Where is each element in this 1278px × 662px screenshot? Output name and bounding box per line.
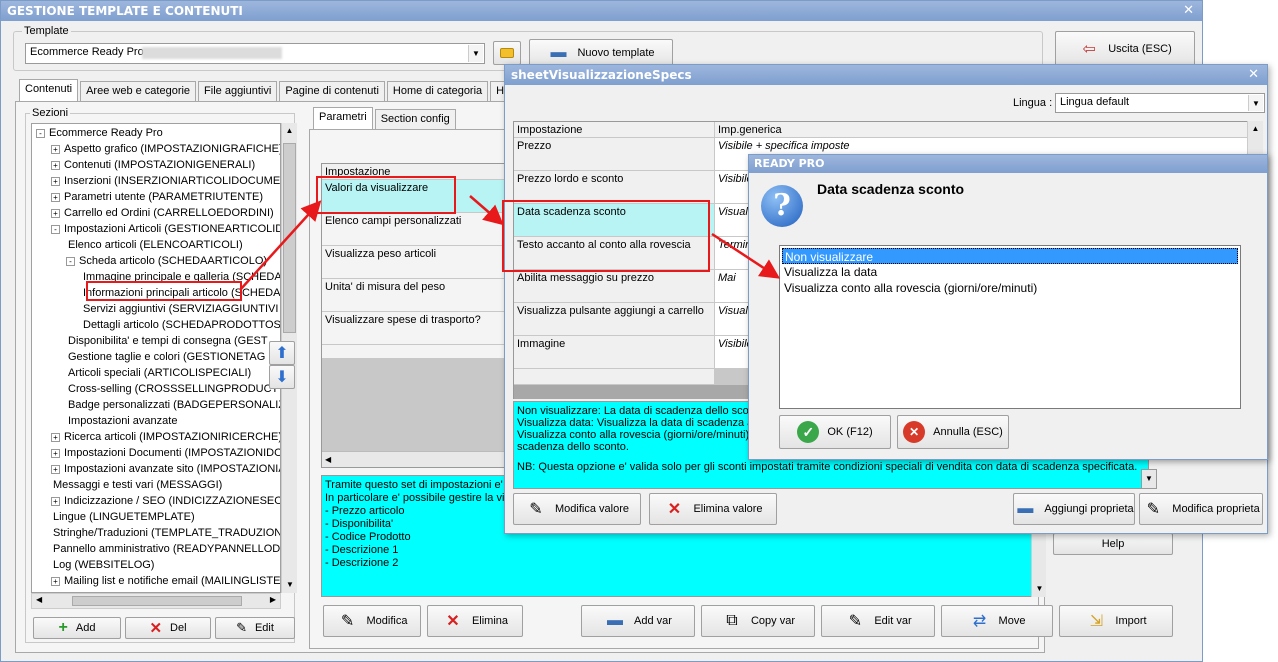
- annotation-arrows: [239, 195, 781, 291]
- arrow-param-to-specs: [469, 195, 504, 226]
- arrow-tree-to-param: [239, 200, 322, 291]
- arrow-specs-to-dialog: [711, 232, 781, 279]
